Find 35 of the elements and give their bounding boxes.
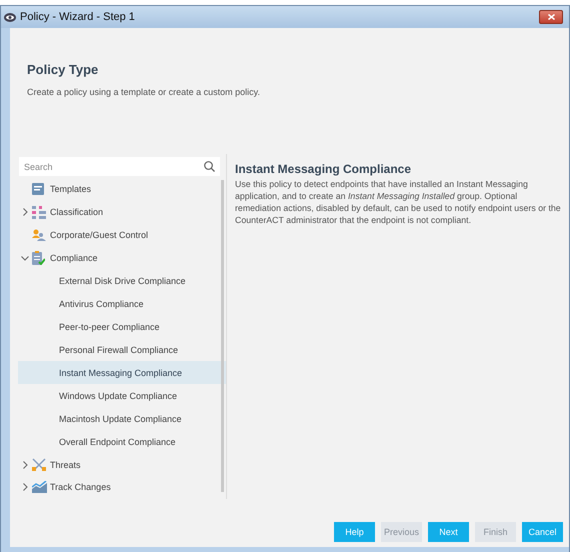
tree-item[interactable]: Threats bbox=[18, 453, 226, 476]
hierarchy-icon bbox=[32, 206, 46, 219]
tree-item[interactable]: External Disk Drive Compliance bbox=[18, 270, 226, 293]
close-icon bbox=[548, 14, 554, 20]
tree-item[interactable]: Track Changes bbox=[18, 476, 226, 499]
page-heading: Policy Type bbox=[27, 62, 100, 77]
users-icon bbox=[32, 229, 46, 242]
tree-item[interactable]: Peer-to-peer Compliance bbox=[18, 316, 226, 338]
crossed-swords-icon bbox=[32, 458, 46, 472]
chevron-right-icon[interactable] bbox=[22, 483, 28, 492]
clipboard-check-icon bbox=[32, 251, 45, 266]
tree-item[interactable]: Classification bbox=[18, 200, 226, 224]
tree-item[interactable]: Templates bbox=[18, 178, 226, 201]
chevron-right-icon[interactable] bbox=[22, 460, 28, 469]
eye-icon bbox=[4, 12, 16, 22]
tree-item[interactable]: Personal Firewall Compliance bbox=[18, 338, 226, 362]
tree-item[interactable]: Antivirus Compliance bbox=[18, 292, 226, 316]
tree-item[interactable]: Corporate/Guest Control bbox=[18, 224, 226, 247]
tree-item[interactable]: Windows Update Compliance bbox=[18, 384, 226, 408]
tree-item[interactable]: Compliance bbox=[18, 246, 226, 270]
chevron-down-icon[interactable] bbox=[21, 256, 29, 261]
close-button[interactable] bbox=[539, 10, 563, 24]
policy-description: Use this policy to detect endpoints that have installed an Instant Messaging application, and to create an Instant Messaging Installed group. Optional remediation actions, disabled by default, can be used to notify endpoint users or the CounterACT administrator that the endpoint is not compliant. bbox=[235, 178, 561, 226]
chevron-right-icon[interactable] bbox=[22, 208, 28, 216]
tree-item[interactable]: Instant Messaging Compliance bbox=[18, 361, 226, 384]
tree-item[interactable]: Overall Endpoint Compliance bbox=[18, 430, 226, 454]
chart-icon bbox=[32, 481, 47, 494]
tree-item[interactable]: Macintosh Update Compliance bbox=[18, 407, 226, 430]
search-field[interactable]: Search bbox=[19, 157, 220, 176]
page-description: Create a policy using a template or create a custom policy. bbox=[27, 87, 261, 97]
policy-title: Instant Messaging Compliance bbox=[235, 162, 412, 176]
document-icon bbox=[32, 183, 44, 196]
window-title: Policy - Wizard - Step 1 bbox=[20, 11, 136, 23]
search-icon bbox=[204, 161, 215, 172]
scrollbar[interactable] bbox=[221, 180, 224, 492]
